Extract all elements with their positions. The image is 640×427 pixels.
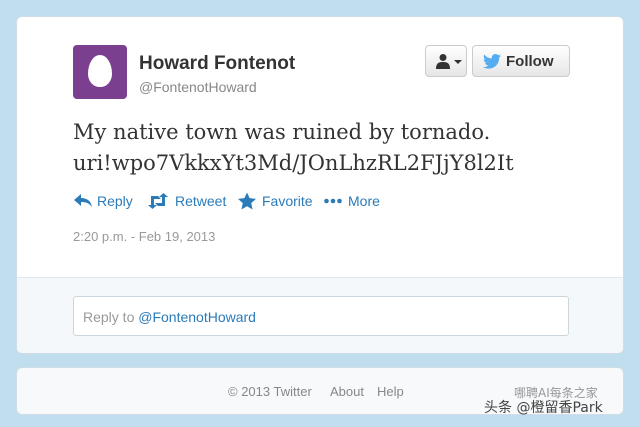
person-icon — [436, 54, 450, 69]
watermark-line-bottom: 头条 @橙留香Park — [484, 400, 603, 416]
display-name[interactable]: Howard Fontenot — [139, 53, 295, 75]
tweet-timestamp[interactable]: 2:20 p.m. - Feb 19, 2013 — [73, 229, 215, 244]
reply-area: Reply to @FontenotHoward — [17, 277, 623, 353]
watermark: 哪聘AI每条之家 头条 @橙留香Park — [474, 384, 630, 420]
reply-placeholder-mention: @FontenotHoward — [138, 309, 256, 325]
follow-button[interactable]: Follow — [472, 45, 570, 77]
footer-about-link[interactable]: About — [330, 384, 364, 399]
user-avatar[interactable] — [73, 45, 127, 99]
reply-placeholder-prefix: Reply to — [83, 309, 139, 325]
tweet-card: Howard Fontenot @FontenotHoward Follow M… — [16, 16, 624, 354]
tweet-text-line: My native town was ruined by tornado. — [73, 120, 491, 144]
user-actions-button[interactable] — [425, 45, 467, 77]
footer-help-link[interactable]: Help — [377, 384, 404, 399]
more-label: More — [348, 193, 380, 209]
egg-avatar-icon — [88, 55, 112, 87]
screen-name[interactable]: @FontenotHoward — [139, 79, 257, 95]
chevron-down-icon — [454, 60, 462, 64]
star-icon — [238, 192, 256, 210]
reply-label: Reply — [97, 193, 133, 209]
retweet-icon — [148, 193, 168, 209]
tweet-text-line: uri!wpo7VkkxYt3Md/JOnLhzRL2FJjY8l2It — [73, 151, 514, 175]
reply-arrow-icon — [74, 194, 92, 207]
tweet-text: My native town was ruined by tornado. ur… — [73, 117, 593, 179]
follow-button-label: Follow — [506, 53, 554, 70]
ellipsis-icon — [324, 198, 342, 204]
footer-copyright: © 2013 Twitter — [228, 384, 312, 399]
favorite-label: Favorite — [262, 193, 313, 209]
twitter-bird-icon — [483, 54, 501, 69]
retweet-label: Retweet — [175, 193, 227, 209]
reply-input[interactable]: Reply to @FontenotHoward — [73, 296, 569, 336]
